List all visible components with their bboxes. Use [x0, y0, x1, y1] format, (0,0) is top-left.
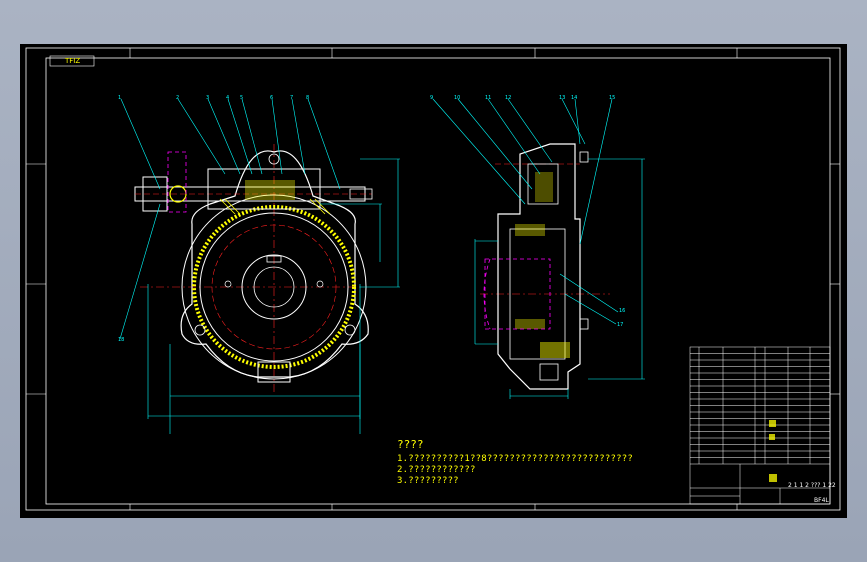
svg-text:15: 15 — [609, 95, 615, 101]
svg-text:13: 13 — [559, 95, 565, 101]
technical-requirement-2: 2.???????????? — [397, 465, 476, 475]
sheet-border-inner — [45, 57, 831, 505]
svg-text:1: 1 — [118, 95, 121, 101]
cad-drawing: 123 456 7 818 9 10 11 12 13 14 151617 — [25, 47, 841, 511]
svg-text:6: 6 — [270, 95, 273, 101]
svg-text:7: 7 — [290, 95, 293, 101]
svg-text:5: 5 — [240, 95, 243, 101]
svg-text:11: 11 — [485, 95, 491, 101]
technical-requirements-title: ???? — [397, 438, 424, 451]
svg-text:16: 16 — [619, 308, 625, 314]
sheet-border-outer — [25, 47, 841, 511]
sheet-tag: TFIZ — [65, 57, 81, 65]
svg-text:14: 14 — [571, 95, 577, 101]
svg-text:4: 4 — [226, 95, 229, 101]
svg-text:8: 8 — [306, 95, 309, 101]
drawing-name: BF4L — [814, 497, 829, 504]
svg-text:12: 12 — [505, 95, 511, 101]
drawing-code: 2 1 1 2 ??? 1 22 — [788, 482, 836, 489]
technical-requirement-1: 1.??????????1??8????????????????????????… — [397, 454, 633, 464]
side-view: 9 10 11 12 13 14 15 16 17 — [430, 95, 645, 399]
svg-text:10: 10 — [454, 95, 460, 101]
front-view: 1 2 3 4 5 6 7 8 18 — [118, 95, 400, 434]
svg-text:2: 2 — [176, 95, 179, 101]
svg-text:17: 17 — [617, 322, 623, 328]
svg-text:3: 3 — [206, 95, 209, 101]
svg-text:9: 9 — [430, 95, 433, 101]
zone-ticks — [26, 48, 840, 510]
drawing-canvas[interactable]: 123 456 7 8 18 9 10 11 12 13 14 15 16 17… — [20, 44, 847, 518]
svg-text:18: 18 — [118, 337, 124, 343]
parts-list — [689, 346, 831, 505]
technical-requirement-3: 3.????????? — [397, 476, 459, 486]
